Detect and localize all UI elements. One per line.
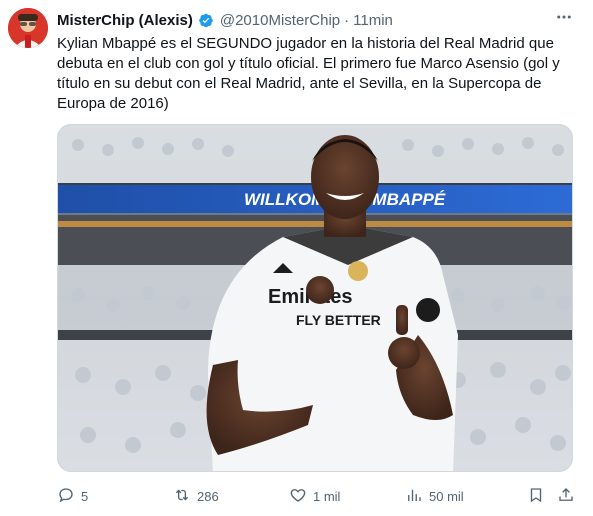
share-icon xyxy=(557,486,575,507)
like-button[interactable]: 1 mil xyxy=(289,484,340,508)
tweet-header: MisterChip (Alexis) @2010MisterChip · 11… xyxy=(57,10,573,30)
repost-button[interactable]: 286 xyxy=(173,484,219,508)
like-count: 1 mil xyxy=(313,488,341,504)
bookmark-icon xyxy=(527,486,545,507)
more-icon[interactable] xyxy=(555,8,573,31)
tweet-text: Kylian Mbappé es el SEGUNDO jugador en l… xyxy=(57,35,560,112)
separator-dot: · xyxy=(344,11,350,29)
author-handle[interactable]: @2010MisterChip xyxy=(220,12,340,29)
repost-count: 286 xyxy=(197,488,219,504)
tweet-actions: 5 286 1 mil 50 mil xyxy=(57,484,573,508)
tweet-media-photo[interactable]: WILLKOMMEN, MBAPPÉ Emirates FLY BETTER xyxy=(57,124,573,472)
views-button[interactable]: 50 mil xyxy=(405,484,464,508)
bookmark-button[interactable] xyxy=(527,484,545,508)
views-count: 50 mil xyxy=(429,488,464,504)
views-icon xyxy=(405,486,423,507)
repost-icon xyxy=(173,486,191,507)
verified-badge-icon xyxy=(197,12,214,29)
author-name[interactable]: MisterChip (Alexis) xyxy=(57,12,193,29)
timestamp[interactable]: 11min xyxy=(353,12,393,29)
tweet[interactable]: MisterChip (Alexis) @2010MisterChip · 11… xyxy=(0,0,593,516)
heart-icon xyxy=(289,486,307,507)
shirt-sponsor-subtext: FLY BETTER xyxy=(296,312,381,328)
reply-count: 5 xyxy=(81,488,89,504)
avatar[interactable] xyxy=(8,8,48,48)
reply-icon xyxy=(57,486,75,507)
share-button[interactable] xyxy=(557,484,575,508)
reply-button[interactable]: 5 xyxy=(57,484,88,508)
